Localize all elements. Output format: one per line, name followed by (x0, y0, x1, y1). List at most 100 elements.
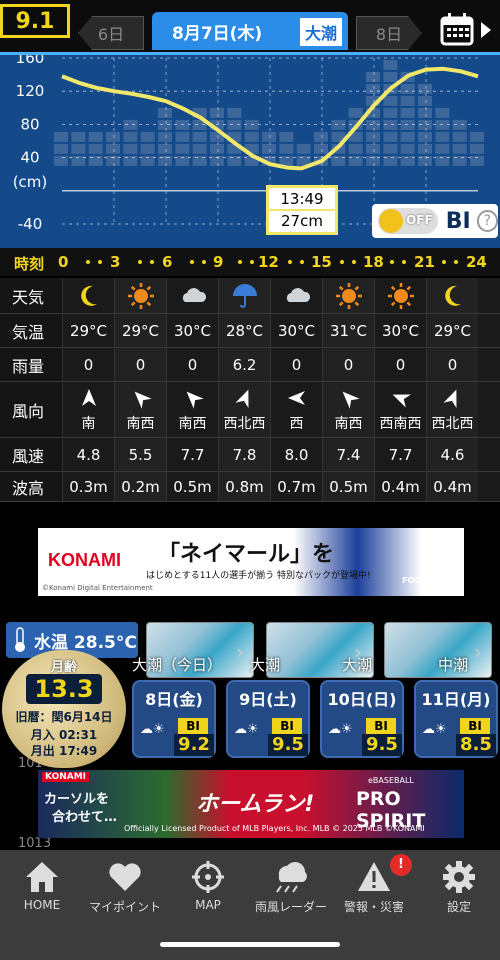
sun-icon (387, 282, 414, 309)
temperature-cell: 31°C (322, 314, 374, 347)
forecast-bi-label: BI (460, 718, 490, 734)
bi-bar-cell (400, 107, 415, 118)
forecast-bi-value: 9.5 (268, 734, 308, 756)
bi-bar-cell (106, 143, 120, 154)
chevron-right-icon: › (236, 640, 244, 664)
bi-bar-cell (418, 83, 432, 94)
wind-direction-cell: 西南西 (374, 382, 426, 437)
bi-bar-cell (244, 119, 259, 130)
ad-brand: KONAMI (48, 550, 121, 570)
wind-arrow-icon (134, 391, 152, 409)
moon-age-panel[interactable]: 月齢 13.3 旧暦：閏6月14日 月入 02:31 月出 17:49 (2, 650, 126, 768)
wave-cell: 0.7m (270, 472, 322, 501)
rain-row: 雨量 0 0 0 6.2 0 0 0 0 (0, 348, 500, 382)
bi-bar-cell (123, 143, 138, 154)
forecast-weather-icon: ☁☀ (328, 722, 353, 737)
banner-ad-top[interactable]: KONAMI 「ネイマール」を はじめとする11人の選手が揃う 特別なパックが登… (38, 528, 464, 596)
bi-bar-cell (314, 143, 328, 154)
forecast-weather-icon: ☁☀ (234, 722, 259, 737)
bi-bar-cell (366, 119, 380, 130)
bi-bar-cell (383, 59, 398, 70)
bi-bar-cell (400, 83, 415, 94)
bi-bar-cell (366, 143, 380, 154)
umbrella-icon (232, 283, 257, 308)
toggle-knob (379, 209, 403, 233)
bi-bar-cell (175, 131, 190, 142)
temperature-cell: 28°C (218, 314, 270, 347)
wind-direction-cell: 南西 (322, 382, 374, 437)
wind-direction-cell: 南西 (114, 382, 166, 437)
wind-speed-cell: 4.6 (426, 438, 478, 471)
wind-speed-cell: 8.0 (270, 438, 322, 471)
ad-left-text: カーソルを (44, 792, 110, 807)
nav-settings[interactable]: 設定 (409, 860, 500, 920)
forecast-card[interactable]: 9日(土) ☁☀ BI 9.5 (226, 680, 310, 758)
forecast-card[interactable]: 11日(月) ☁☀ BI 8.5 (414, 680, 498, 758)
weather-cell (114, 278, 166, 313)
weather-cell (322, 278, 374, 313)
ad-brand: KONAMI (42, 772, 90, 782)
bi-bar-cell (400, 131, 415, 142)
forecast-date: 9日(土) (239, 690, 297, 709)
temperature-row: 気温 29°C 29°C 30°C 28°C 30°C 31°C 30°C 29… (0, 314, 500, 348)
wind-speed-cell: 7.4 (322, 438, 374, 471)
rain-cell: 0 (426, 348, 478, 381)
temperature-cell: 30°C (166, 314, 218, 347)
home-indicator (160, 942, 340, 947)
forecast-bi-label: BI (272, 718, 302, 734)
chart-top-border (0, 52, 500, 55)
forecast-bi-label: BI (366, 718, 396, 734)
warning-icon (358, 862, 390, 891)
current-date-tab: 8月7日(木) 大潮 (152, 12, 348, 50)
calendar-icon[interactable] (440, 12, 474, 46)
wind-arrow-icon (392, 394, 411, 407)
wind-direction-row: 風向 南南西 南西 西北西西南西 西南西 西北西 (0, 382, 500, 438)
bi-bar-cell (383, 71, 398, 82)
bi-bar-cell (262, 143, 276, 154)
bi-bar-cell (452, 131, 467, 142)
bi-bar-cell (106, 131, 120, 142)
bi-bar-cell (54, 131, 68, 142)
bi-bar-cell (175, 143, 190, 154)
prev-day-button[interactable]: 6日 (78, 16, 144, 50)
help-icon[interactable]: ? (476, 210, 498, 232)
wind-arrow-icon (443, 389, 456, 408)
rain-cell: 0 (62, 348, 114, 381)
chevron-right-icon: › (354, 640, 362, 664)
bi-bar-cell (435, 131, 450, 142)
banner-ad-bottom[interactable]: KONAMI カーソルを 合わせて… ホームラン! eBASEBALL PRO … (38, 770, 464, 838)
wave-cell: 0.4m (426, 472, 478, 501)
bi-bar-cell (279, 131, 294, 142)
wind-direction-label: 西南西 (379, 415, 422, 432)
ad-headline: ホームラン! (196, 792, 315, 817)
rain-cell: 0 (166, 348, 218, 381)
bi-bar-cell (227, 107, 242, 118)
low-tide-time: 13:49 (269, 189, 335, 211)
cloud-icon (286, 287, 310, 302)
bi-toggle-switch[interactable]: OFF (378, 208, 438, 234)
row-label: 波高 (0, 472, 62, 501)
forecast-card[interactable]: 8日(金) ☁☀ BI 9.2 (132, 680, 216, 758)
pressure-label: 1013 (18, 836, 52, 851)
chevron-right-icon: › (474, 640, 482, 664)
toggle-state-label: OFF (406, 213, 433, 227)
forecast-card[interactable]: 10日(日) ☁☀ BI 9.5 (320, 680, 404, 758)
next-day-button[interactable]: 8日 (356, 16, 422, 50)
bi-bar-cell (418, 143, 432, 154)
wind-direction-label: 西 (289, 415, 304, 432)
chevron-right-icon[interactable] (478, 20, 494, 40)
bi-bar-cell (400, 119, 415, 130)
bi-bar-cell (366, 71, 380, 82)
bi-toggle-panel: OFF BI ? (372, 204, 498, 238)
bi-bar-cell (279, 143, 294, 154)
rain-cell: 0 (322, 348, 374, 381)
bi-bar-cell (158, 131, 172, 142)
bi-bar-cell (123, 119, 138, 130)
wave-cell: 0.4m (374, 472, 426, 501)
rain-cell: 0 (114, 348, 166, 381)
moon-icon (80, 285, 97, 306)
home-icon (26, 862, 58, 892)
wind-speed-cell: 4.8 (62, 438, 114, 471)
temperature-cell: 30°C (270, 314, 322, 347)
weather-row: 天気 (0, 278, 500, 314)
